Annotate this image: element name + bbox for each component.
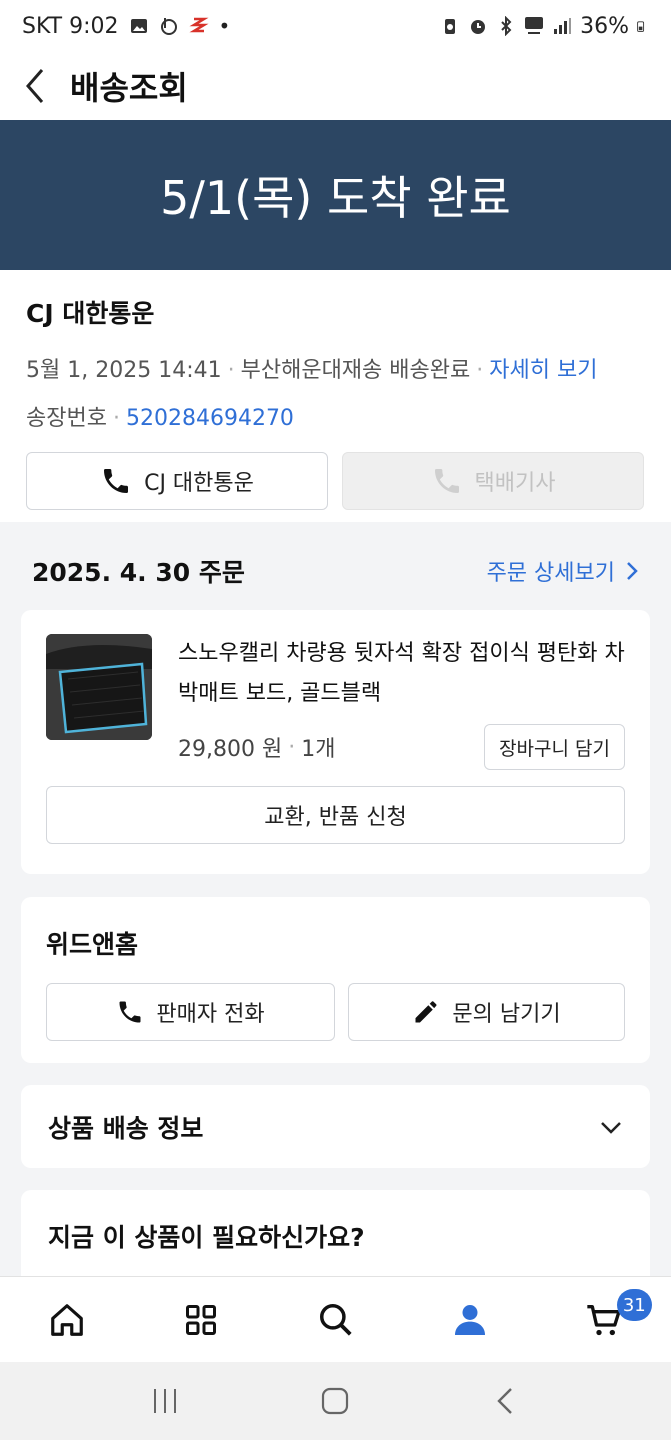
view-detail-link[interactable]: 자세히 보기 xyxy=(489,358,597,383)
delivery-status-text: 5/1(목) 도착 완료 xyxy=(160,171,511,225)
seller-name: 위드앤홈 xyxy=(46,930,139,959)
call-carrier-button[interactable]: CJ 대한통운 xyxy=(26,452,328,510)
call-carrier-label: CJ 대한통운 xyxy=(144,471,254,496)
back-button[interactable] xyxy=(0,52,70,120)
order-header: 2025. 4. 30 주문 주문 상세보기 xyxy=(0,540,671,602)
tab-search[interactable] xyxy=(268,1277,402,1362)
add-to-cart-button[interactable]: 장바구니 담기 xyxy=(484,724,625,770)
call-seller-label: 판매자 전화 xyxy=(156,1002,265,1027)
product-name[interactable]: 스노우캘리 차량용 뒷자석 확장 접이식 평탄화 차박매트 보드, 골드블랙 xyxy=(178,634,625,714)
5g-signal-icon xyxy=(525,17,544,34)
battery-saver-icon xyxy=(445,19,456,34)
tab-categories[interactable] xyxy=(134,1277,268,1362)
exchange-return-button[interactable]: 교환, 반품 신청 xyxy=(46,786,625,844)
call-seller-button[interactable]: 판매자 전화 xyxy=(46,983,335,1041)
b-app-icon xyxy=(160,18,177,35)
tab-home[interactable] xyxy=(0,1277,134,1362)
chevron-right-icon xyxy=(627,562,638,580)
call-driver-label: 택배기사 xyxy=(474,471,556,496)
grid-icon xyxy=(186,1304,217,1335)
seller-card: 위드앤홈 판매자 전화 문의 남기기 xyxy=(21,897,650,1063)
back-nav-icon[interactable] xyxy=(491,1386,521,1416)
search-icon xyxy=(319,1303,352,1336)
cart-count-badge: 31 xyxy=(616,1289,652,1321)
app-notification-icon xyxy=(189,17,209,33)
status-time: SKT 9:02 xyxy=(22,13,119,39)
invoice-label: 송장번호 xyxy=(26,406,107,431)
cell-signal-icon xyxy=(554,18,572,34)
order-date: 2025. 4. 30 주문 xyxy=(32,558,245,587)
delivered-datetime: 5월 1, 2025 14:41 xyxy=(26,358,222,383)
leave-inquiry-button[interactable]: 문의 남기기 xyxy=(348,983,625,1041)
phone-icon xyxy=(434,469,459,493)
chevron-down-icon xyxy=(601,1121,621,1134)
car-mat-image xyxy=(46,634,152,740)
bluetooth-icon xyxy=(501,16,512,36)
recent-apps-icon[interactable] xyxy=(150,1386,180,1416)
more-notifications-dot: • xyxy=(218,14,231,38)
phone-icon xyxy=(119,1001,141,1023)
alarm-icon xyxy=(471,20,486,34)
bottom-tab-bar: 31 xyxy=(0,1276,671,1362)
call-driver-button[interactable]: 택배기사 xyxy=(342,452,644,510)
page-title: 배송조회 xyxy=(70,69,188,107)
system-navigation-bar xyxy=(0,1362,671,1440)
invoice-line: 송장번호 · 520284694270 xyxy=(26,400,645,432)
product-thumbnail[interactable] xyxy=(46,634,152,740)
product-quantity: 1개 xyxy=(301,737,336,762)
phone-icon xyxy=(104,469,129,493)
back-arrow-icon xyxy=(26,69,44,103)
separator-dot: · xyxy=(227,358,235,383)
recommendation-card: 지금 이 상품이 필요하신가요? xyxy=(21,1190,650,1290)
home-icon xyxy=(51,1303,83,1336)
delivery-info-line: 5월 1, 2025 14:41 · 부산해운대재송 배송완료 · 자세히 보기 xyxy=(26,352,645,384)
shipping-info-label: 상품 배송 정보 xyxy=(48,1113,204,1143)
battery-percent: 36% xyxy=(580,13,629,39)
pencil-icon xyxy=(415,1001,437,1023)
invoice-number-link[interactable]: 520284694270 xyxy=(126,406,294,431)
tab-cart[interactable]: 31 xyxy=(537,1277,671,1362)
tab-my-account[interactable] xyxy=(403,1277,537,1362)
order-detail-link[interactable]: 주문 상세보기 xyxy=(487,555,639,587)
battery-icon xyxy=(637,21,645,32)
separator-dot: · xyxy=(288,734,296,760)
delivered-place: 부산해운대재송 배송완료 xyxy=(240,358,471,383)
person-icon xyxy=(454,1304,485,1335)
separator-dot: · xyxy=(112,406,120,431)
order-detail-label: 주문 상세보기 xyxy=(486,561,615,586)
product-price: 29,800 원 xyxy=(178,737,283,762)
status-bar: SKT 9:02 • 36% xyxy=(0,0,671,52)
app-header: 배송조회 xyxy=(0,52,671,120)
carrier-name: CJ 대한통운 xyxy=(26,299,155,328)
gallery-icon xyxy=(130,19,147,33)
carrier-section: CJ 대한통운 5월 1, 2025 14:41 · 부산해운대재송 배송완료 · 자세… xyxy=(0,270,671,522)
delivery-status-banner: 5/1(목) 도착 완료 xyxy=(0,120,671,270)
product-card: 스노우캘리 차량용 뒷자석 확장 접이식 평탄화 차박매트 보드, 골드블랙 2… xyxy=(21,610,650,874)
recommendation-title: 지금 이 상품이 필요하신가요? xyxy=(48,1223,365,1252)
separator-dot: · xyxy=(476,358,484,383)
leave-inquiry-label: 문의 남기기 xyxy=(452,1002,561,1027)
home-button-icon[interactable] xyxy=(320,1386,350,1416)
shipping-info-toggle[interactable]: 상품 배송 정보 xyxy=(21,1085,650,1168)
